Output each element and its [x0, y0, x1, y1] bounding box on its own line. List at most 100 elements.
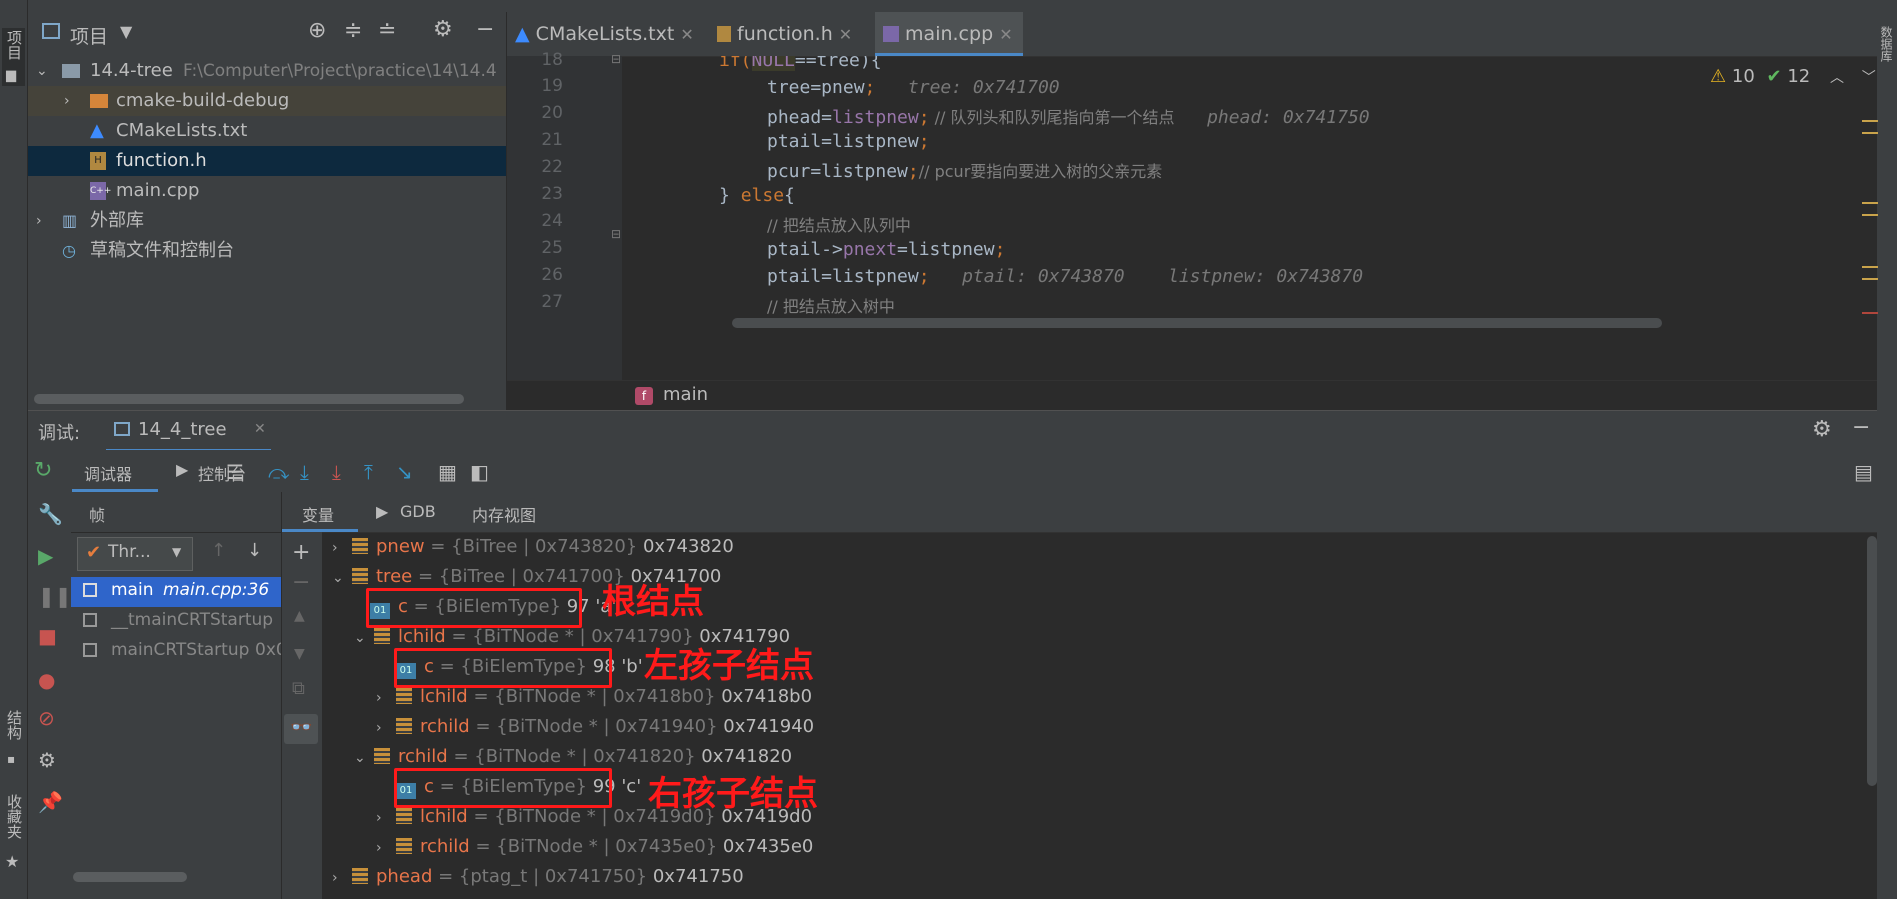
- tree-item-cmakelists[interactable]: ▲ CMakeLists.txt: [28, 116, 506, 146]
- wrench-icon[interactable]: 🔧: [38, 502, 63, 526]
- error-stripe-mark[interactable]: [1862, 120, 1878, 122]
- arrow-down-icon[interactable]: ↓: [247, 540, 262, 561]
- stop-icon[interactable]: ■: [38, 624, 57, 648]
- database-tool-tab[interactable]: 数据库: [1878, 26, 1895, 62]
- chevron-down-icon[interactable]: ﹀: [1862, 70, 1876, 86]
- chevron-right-icon[interactable]: ›: [36, 206, 42, 236]
- close-icon[interactable]: ✕: [254, 421, 266, 437]
- thread-selector[interactable]: ✔ Thr... ▼: [77, 537, 193, 571]
- collapse-all-icon[interactable]: ≐: [378, 18, 396, 43]
- tree-root-row[interactable]: ⌄ 14.4-tree F:\Computer\Project\practice…: [28, 56, 506, 86]
- arrow-up-icon[interactable]: ↑: [211, 540, 226, 561]
- remove-watch-icon[interactable]: −: [292, 570, 310, 595]
- project-tool-tab[interactable]: 项目 ▆: [2, 28, 25, 86]
- close-icon[interactable]: ✕: [999, 25, 1012, 44]
- inspection-widget[interactable]: ⚠ 10 ✔ 12 ︿ ﹀: [1710, 66, 1876, 87]
- variable-row[interactable]: › rchild = {BiTNode * | 0x7435e0} 0x7435e…: [376, 832, 813, 862]
- chevron-right-icon[interactable]: ›: [376, 833, 396, 863]
- tab-variables[interactable]: 变量: [282, 492, 358, 532]
- run-to-cursor-icon[interactable]: ↘: [396, 460, 413, 484]
- minimize-icon[interactable]: −: [476, 17, 494, 42]
- frames-scrollbar[interactable]: [73, 872, 187, 882]
- show-watches-toggle[interactable]: 👓: [284, 714, 318, 744]
- project-view-icon: [42, 23, 60, 39]
- add-watch-icon[interactable]: +: [292, 540, 310, 565]
- close-icon[interactable]: ✕: [839, 25, 852, 44]
- error-stripe-mark[interactable]: [1862, 278, 1878, 280]
- variable-row[interactable]: › phead = {ptag_t | 0x741750} 0x741750: [332, 862, 744, 892]
- locate-icon[interactable]: ⊕: [308, 18, 326, 43]
- chevron-down-icon[interactable]: ▼: [120, 22, 132, 41]
- step-out-icon[interactable]: ⤒: [364, 460, 373, 484]
- layout-icon[interactable]: ◧: [470, 460, 489, 484]
- chevron-right-icon[interactable]: ›: [376, 803, 396, 833]
- tab-memory-view[interactable]: 内存视图: [472, 492, 552, 532]
- error-stripe-mark[interactable]: [1862, 132, 1878, 134]
- error-stripe-mark[interactable]: [1862, 214, 1878, 216]
- view-breakpoints-icon[interactable]: ●: [38, 668, 55, 692]
- tab-debugger[interactable]: 调试器: [72, 450, 158, 492]
- code-area[interactable]: if(NULL==tree){ tree=pnew; tree: 0x74170…: [622, 56, 1832, 380]
- gear-icon[interactable]: ⚙: [433, 17, 453, 42]
- frame-item[interactable]: main main.cpp:36: [71, 577, 281, 607]
- duplicate-icon[interactable]: ⧉: [292, 678, 305, 699]
- variables-scrollbar[interactable]: [1867, 536, 1877, 786]
- error-stripe-mark[interactable]: [1862, 202, 1878, 204]
- chevron-right-icon[interactable]: ›: [376, 713, 396, 743]
- chevron-down-icon[interactable]: ⌄: [354, 743, 374, 773]
- frame-item[interactable]: __tmainCRTStartup: [71, 607, 281, 637]
- variable-row[interactable]: › rchild = {BiTNode * | 0x741940} 0x74194…: [376, 712, 814, 742]
- tree-item-function-h[interactable]: H function.h: [28, 146, 506, 176]
- fold-icon[interactable]: ⊟: [611, 52, 621, 66]
- pin-icon[interactable]: 📌: [38, 790, 63, 814]
- chevron-down-icon[interactable]: ⌄: [332, 563, 352, 593]
- tab-function-h[interactable]: function.h ✕: [717, 12, 867, 56]
- move-up-icon[interactable]: ▲: [294, 608, 305, 624]
- editor-horizontal-scrollbar[interactable]: [732, 318, 1662, 328]
- line-number: 18: [541, 50, 563, 70]
- chevron-down-icon: ▼: [172, 545, 182, 559]
- error-stripe-mark[interactable]: [1862, 266, 1878, 268]
- tree-item-main-cpp[interactable]: C++ main.cpp: [28, 176, 506, 206]
- variable-row[interactable]: › pnew = {BiTree | 0x743820} 0x743820: [332, 532, 734, 562]
- tree-item-external-libs[interactable]: › ▥ 外部库: [28, 206, 506, 236]
- tab-gdb[interactable]: ▶ GDB: [376, 492, 446, 532]
- force-step-into-icon[interactable]: ⤓: [332, 460, 341, 484]
- chevron-right-icon[interactable]: ›: [332, 533, 352, 563]
- debug-session-tab[interactable]: 14_4_tree ✕: [106, 411, 271, 452]
- fold-icon[interactable]: ⊟: [611, 227, 621, 241]
- tree-item-scratches[interactable]: ◷ 草稿文件和控制台: [28, 236, 506, 266]
- close-icon[interactable]: ✕: [680, 25, 693, 44]
- horizontal-scrollbar[interactable]: [34, 394, 464, 404]
- breadcrumb-function[interactable]: main: [663, 384, 708, 405]
- structure-tool-tab[interactable]: 结构 ▪: [2, 706, 25, 770]
- evaluate-icon[interactable]: ▦: [438, 460, 457, 484]
- minimize-icon[interactable]: −: [1852, 415, 1870, 440]
- tree-item-cmake-build-debug[interactable]: › cmake-build-debug: [28, 86, 506, 116]
- gear-icon[interactable]: ⚙: [38, 748, 56, 772]
- restore-layout-icon[interactable]: ▤: [1854, 460, 1873, 484]
- step-over-icon[interactable]: ⤼: [268, 460, 289, 484]
- chevron-down-icon[interactable]: ⌄: [36, 56, 48, 86]
- tab-console[interactable]: ▶ 控制台: [176, 450, 266, 492]
- gear-icon[interactable]: ⚙: [1812, 417, 1832, 442]
- pause-icon[interactable]: ❚❚: [38, 584, 72, 608]
- project-panel-title[interactable]: 项目: [70, 22, 108, 49]
- field-icon: [352, 538, 368, 554]
- chevron-right-icon[interactable]: ›: [376, 683, 396, 713]
- favorites-tool-tab[interactable]: 收藏夹 ★: [2, 790, 25, 880]
- frame-item[interactable]: mainCRTStartup 0x0: [71, 637, 281, 667]
- mute-breakpoints-icon[interactable]: ⊘: [38, 706, 55, 730]
- chevron-right-icon[interactable]: ›: [64, 86, 70, 116]
- resume-icon[interactable]: ▶: [38, 544, 53, 568]
- chevron-up-icon[interactable]: ︿: [1830, 70, 1844, 86]
- rerun-icon[interactable]: ↻: [34, 458, 52, 483]
- move-down-icon[interactable]: ▼: [294, 646, 305, 662]
- chevron-right-icon[interactable]: ›: [332, 863, 352, 893]
- menu-icon[interactable]: ☰: [226, 460, 244, 484]
- expand-all-icon[interactable]: ≑: [344, 18, 362, 43]
- error-stripe-mark[interactable]: [1862, 312, 1878, 314]
- tab-main-cpp[interactable]: main.cpp ✕: [875, 12, 1023, 56]
- variable-type: = {ptag_t | 0x741750}: [432, 866, 653, 887]
- step-into-icon[interactable]: ⤓: [300, 460, 309, 484]
